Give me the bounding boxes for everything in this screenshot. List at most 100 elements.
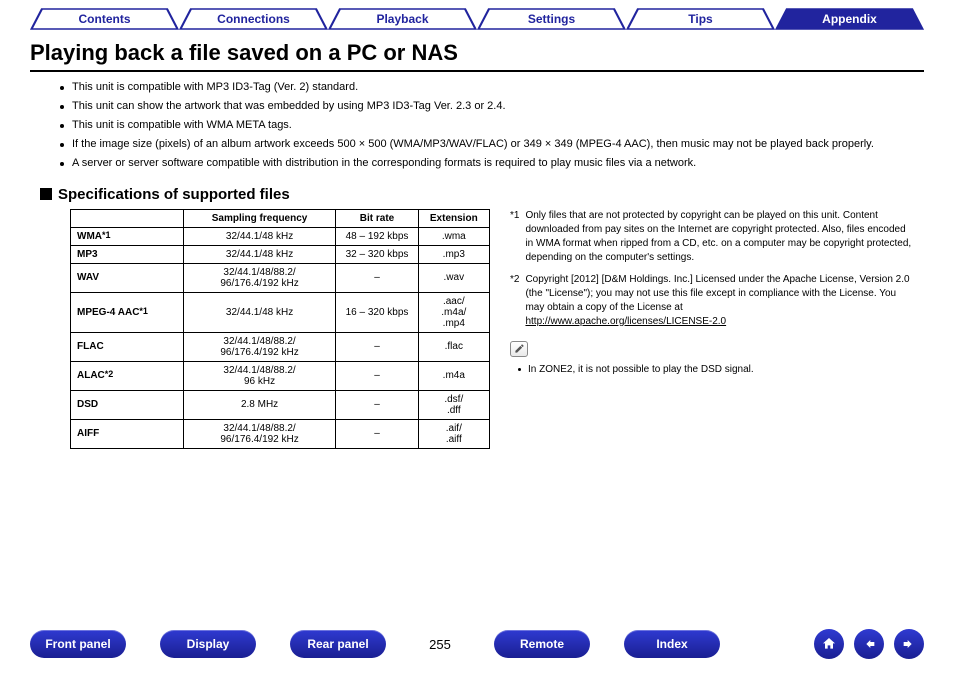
sampling-frequency: 32/44.1/48/88.2/96/176.4/192 kHz (183, 332, 336, 361)
tab-label: Tips (688, 12, 712, 26)
table-row: WMA*132/44.1/48 kHz48 – 192 kbps.wma (71, 227, 490, 245)
tab-label: Playback (376, 12, 428, 26)
bit-rate: – (336, 332, 418, 361)
top-tab-bar: Contents Connections Playback Settings T… (0, 0, 954, 34)
pill-label: Front panel (45, 637, 110, 651)
bit-rate: – (336, 390, 418, 419)
th: Sampling frequency (183, 209, 336, 227)
tab-playback[interactable]: Playback (328, 8, 477, 30)
tab-label: Appendix (822, 12, 877, 26)
next-page-button[interactable] (894, 629, 924, 659)
format-name: AIFF (71, 419, 184, 448)
th: Extension (418, 209, 489, 227)
bottom-bar: Front panel Display Rear panel 255 Remot… (0, 629, 954, 659)
tab-tips[interactable]: Tips (626, 8, 775, 30)
remote-button[interactable]: Remote (494, 630, 590, 658)
bit-rate: 48 – 192 kbps (336, 227, 418, 245)
tab-label: Settings (528, 12, 575, 26)
arrow-left-icon (861, 636, 877, 652)
bit-rate: – (336, 419, 418, 448)
footnote-1: *1 Only files that are not protected by … (510, 209, 914, 265)
sampling-frequency: 2.8 MHz (183, 390, 336, 419)
home-button[interactable] (814, 629, 844, 659)
notes-list: This unit is compatible with MP3 ID3-Tag… (60, 80, 914, 172)
tab-settings[interactable]: Settings (477, 8, 626, 30)
tab-label: Contents (79, 12, 131, 26)
note-item: This unit is compatible with MP3 ID3-Tag… (60, 80, 914, 96)
table-row: MPEG-4 AAC*132/44.1/48 kHz16 – 320 kbps.… (71, 292, 490, 332)
subheading-row: Specifications of supported files (40, 186, 914, 203)
footnote-2: *2 Copyright [2012] [D&M Holdings. Inc.]… (510, 273, 914, 329)
footnote-mark: *2 (510, 273, 519, 329)
note-item: This unit can show the artwork that was … (60, 99, 914, 115)
page-title: Playing back a file saved on a PC or NAS (30, 40, 924, 72)
sampling-frequency: 32/44.1/48/88.2/96 kHz (183, 361, 336, 390)
note-item: This unit is compatible with WMA META ta… (60, 118, 914, 134)
specs-table: Sampling frequency Bit rate Extension WM… (70, 209, 490, 449)
table-row: WAV32/44.1/48/88.2/96/176.4/192 kHz–.wav (71, 263, 490, 292)
sampling-frequency: 32/44.1/48 kHz (183, 245, 336, 263)
zone-note: In ZONE2, it is not possible to play the… (518, 363, 914, 377)
format-name: DSD (71, 390, 184, 419)
format-name: ALAC*2 (71, 361, 184, 390)
extension: .m4a (418, 361, 489, 390)
footnote-mark: *1 (510, 209, 519, 265)
table-row: AIFF32/44.1/48/88.2/96/176.4/192 kHz–.ai… (71, 419, 490, 448)
tab-connections[interactable]: Connections (179, 8, 328, 30)
footnote-body: Copyright [2012] [D&M Holdings. Inc.] Li… (525, 274, 909, 313)
pill-label: Remote (520, 637, 564, 651)
extension: .wav (418, 263, 489, 292)
subheading: Specifications of supported files (58, 186, 290, 203)
format-name: WMA*1 (71, 227, 184, 245)
sampling-frequency: 32/44.1/48/88.2/96/176.4/192 kHz (183, 419, 336, 448)
format-name: WAV (71, 263, 184, 292)
footnote-mark-icon: *1 (102, 230, 111, 240)
rear-panel-button[interactable]: Rear panel (290, 630, 386, 658)
pill-label: Display (187, 637, 230, 651)
sampling-frequency: 32/44.1/48 kHz (183, 292, 336, 332)
sampling-frequency: 32/44.1/48/88.2/96/176.4/192 kHz (183, 263, 336, 292)
note-item: A server or server software compatible w… (60, 156, 914, 172)
pill-label: Index (656, 637, 687, 651)
extension: .mp3 (418, 245, 489, 263)
footnote-text: Only files that are not protected by cop… (525, 209, 914, 265)
bit-rate: 32 – 320 kbps (336, 245, 418, 263)
table-row: MP332/44.1/48 kHz32 – 320 kbps.mp3 (71, 245, 490, 263)
zone-note-list: In ZONE2, it is not possible to play the… (518, 363, 914, 377)
sampling-frequency: 32/44.1/48 kHz (183, 227, 336, 245)
note-icon (510, 341, 528, 357)
bit-rate: – (336, 263, 418, 292)
footnote-mark-icon: *2 (105, 369, 114, 379)
th: Bit rate (336, 209, 418, 227)
arrow-right-icon (901, 636, 917, 652)
prev-page-button[interactable] (854, 629, 884, 659)
extension: .aif/.aiff (418, 419, 489, 448)
footnote-text: Copyright [2012] [D&M Holdings. Inc.] Li… (525, 273, 914, 329)
bit-rate: – (336, 361, 418, 390)
front-panel-button[interactable]: Front panel (30, 630, 126, 658)
display-button[interactable]: Display (160, 630, 256, 658)
format-name: MP3 (71, 245, 184, 263)
table-row: DSD2.8 MHz–.dsf/.dff (71, 390, 490, 419)
tab-contents[interactable]: Contents (30, 8, 179, 30)
tab-label: Connections (217, 12, 290, 26)
footnote-mark-icon: *1 (139, 306, 148, 316)
table-row: FLAC32/44.1/48/88.2/96/176.4/192 kHz–.fl… (71, 332, 490, 361)
format-name: FLAC (71, 332, 184, 361)
extension: .aac/.m4a/.mp4 (418, 292, 489, 332)
note-item: If the image size (pixels) of an album a… (60, 137, 914, 153)
page-number: 255 (420, 637, 460, 652)
bit-rate: 16 – 320 kbps (336, 292, 418, 332)
index-button[interactable]: Index (624, 630, 720, 658)
home-icon (821, 636, 837, 652)
pill-label: Rear panel (307, 637, 368, 651)
license-link[interactable]: http://www.apache.org/licenses/LICENSE-2… (525, 316, 726, 327)
table-row: ALAC*232/44.1/48/88.2/96 kHz–.m4a (71, 361, 490, 390)
extension: .dsf/.dff (418, 390, 489, 419)
tab-appendix[interactable]: Appendix (775, 8, 924, 30)
format-name: MPEG-4 AAC*1 (71, 292, 184, 332)
extension: .wma (418, 227, 489, 245)
th (71, 209, 184, 227)
square-bullet-icon (40, 188, 52, 200)
extension: .flac (418, 332, 489, 361)
